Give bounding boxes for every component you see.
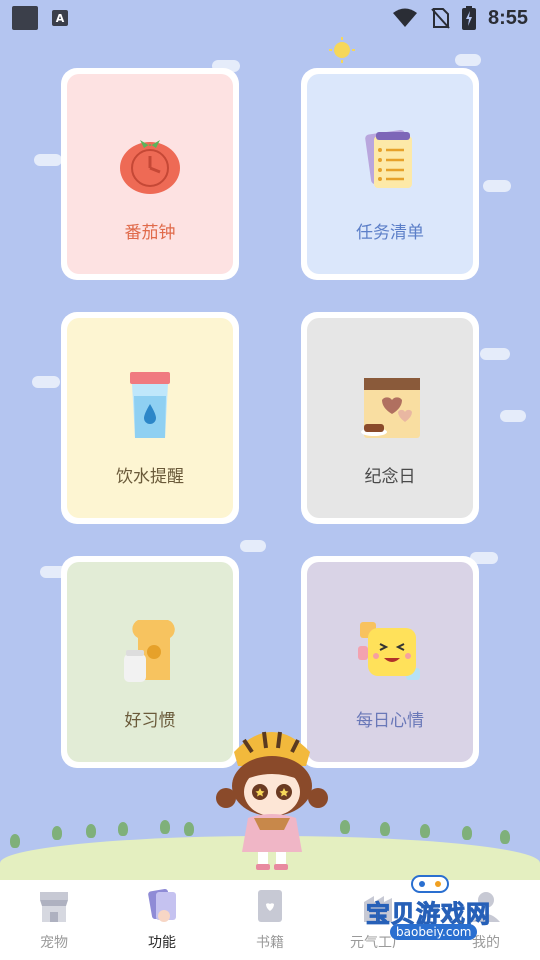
status-bar: A 8:55 bbox=[0, 0, 540, 36]
card-anniversary[interactable]: 纪念日 bbox=[301, 312, 479, 524]
card-label: 纪念日 bbox=[364, 467, 416, 487]
nav-label: 书籍 bbox=[256, 935, 284, 951]
battery-charging-icon bbox=[461, 6, 476, 30]
tree bbox=[86, 824, 96, 838]
cards-icon bbox=[148, 888, 176, 922]
nav-item-features[interactable]: 功能 bbox=[108, 880, 216, 960]
card-water-reminder[interactable]: 饮水提醒 bbox=[61, 312, 239, 524]
tree bbox=[10, 834, 20, 848]
no-sim-icon bbox=[431, 8, 450, 29]
tiger-girl-mascot[interactable] bbox=[214, 722, 330, 872]
shop-icon bbox=[40, 892, 68, 922]
tomato-timer-icon bbox=[120, 140, 180, 194]
card-pomodoro[interactable]: 番茄钟 bbox=[61, 68, 239, 280]
book-icon bbox=[258, 890, 282, 922]
tree bbox=[462, 826, 472, 840]
cloud bbox=[500, 410, 526, 422]
cloud bbox=[483, 180, 511, 192]
wifi-icon bbox=[392, 8, 417, 27]
keyboard-notification-icon: A bbox=[52, 10, 68, 26]
gamepad-icon bbox=[411, 875, 449, 893]
clock: 8:55 bbox=[487, 6, 528, 29]
cloud bbox=[32, 376, 60, 388]
tree bbox=[340, 820, 350, 834]
sun-icon bbox=[329, 37, 355, 63]
card-label: 好习惯 bbox=[124, 711, 176, 731]
tree bbox=[118, 822, 128, 836]
tree bbox=[184, 822, 194, 836]
tree bbox=[380, 822, 390, 836]
card-label: 任务清单 bbox=[356, 223, 424, 243]
tree bbox=[52, 826, 62, 840]
card-task-list[interactable]: 任务清单 bbox=[301, 68, 479, 280]
cloud bbox=[455, 54, 481, 66]
card-label: 番茄钟 bbox=[124, 223, 176, 243]
nav-label: 宠物 bbox=[40, 935, 68, 951]
cloud bbox=[480, 348, 510, 360]
watermark-url: baobeiy.com bbox=[390, 924, 478, 940]
tree bbox=[420, 824, 430, 838]
checklist-icon bbox=[365, 129, 412, 188]
happy-face-icon bbox=[358, 622, 420, 680]
watermark: 宝贝游戏网 baobeiy.com bbox=[360, 875, 530, 948]
tree bbox=[500, 830, 510, 844]
nav-item-books[interactable]: 书籍 bbox=[216, 880, 324, 960]
calendar-heart-icon bbox=[361, 378, 420, 438]
cloud bbox=[34, 154, 62, 166]
cloud bbox=[240, 540, 266, 552]
card-label: 每日心情 bbox=[356, 711, 424, 731]
app-notification-icon bbox=[12, 6, 38, 30]
bread-milk-icon bbox=[124, 620, 175, 682]
tree bbox=[160, 820, 170, 834]
water-cup-icon bbox=[130, 372, 170, 438]
card-good-habits[interactable]: 好习惯 bbox=[61, 556, 239, 768]
card-label: 饮水提醒 bbox=[116, 467, 184, 487]
nav-label: 功能 bbox=[148, 935, 176, 951]
nav-item-pets[interactable]: 宠物 bbox=[0, 880, 108, 960]
